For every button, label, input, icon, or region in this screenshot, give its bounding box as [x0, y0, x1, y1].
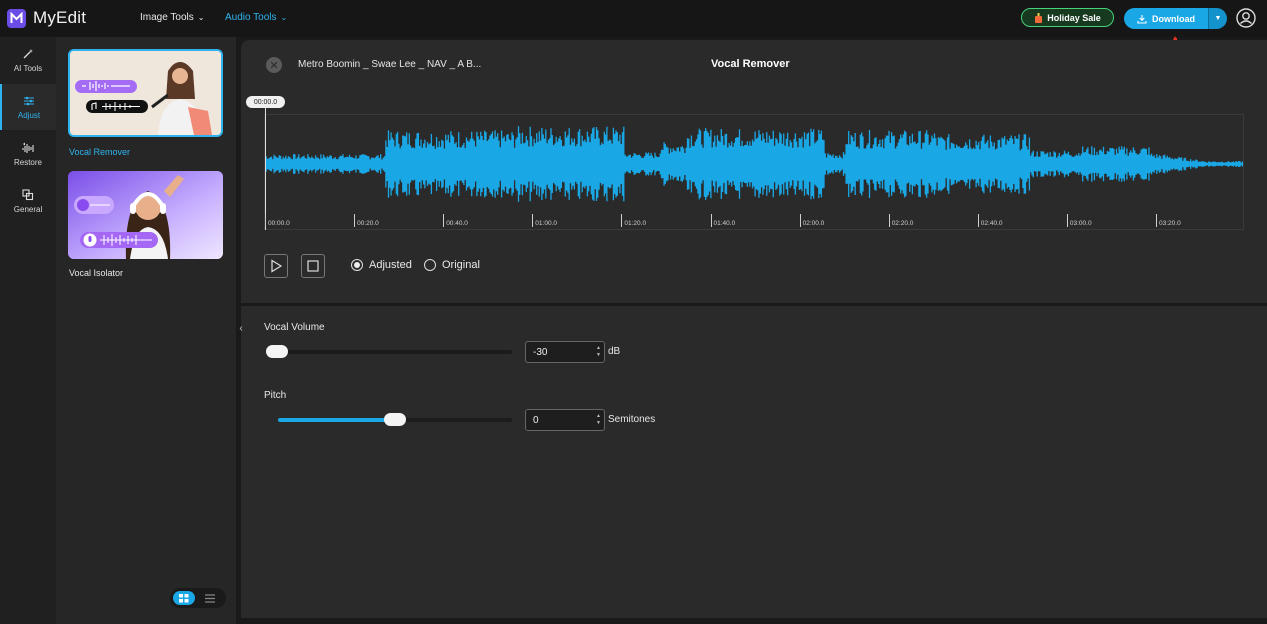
holiday-sale-button[interactable]: Holiday Sale — [1021, 8, 1114, 27]
nav-audio-tools-label: Audio Tools — [225, 12, 277, 23]
vocal-volume-unit: dB — [608, 346, 621, 357]
ruler-label: 00:20.0 — [357, 220, 379, 227]
restore-waveform-icon — [21, 141, 35, 155]
play-icon — [271, 259, 283, 273]
ruler-tick — [265, 214, 266, 227]
sliders-icon — [23, 94, 35, 108]
nav-image-tools[interactable]: Image Tools ⌄ — [140, 12, 204, 23]
stepper-arrows-icon[interactable]: ▲ ▼ — [596, 345, 601, 359]
close-icon: ✕ — [269, 59, 279, 72]
play-button[interactable] — [264, 254, 288, 278]
chevron-down-icon: ⌄ — [197, 13, 205, 22]
page-title: Vocal Remover — [711, 58, 790, 70]
stepper-arrows-icon[interactable]: ▲ ▼ — [596, 413, 601, 427]
file-name: Metro Boomin _ Swae Lee _ NAV _ A B... — [298, 59, 482, 70]
rail-item-label: Adjust — [17, 111, 41, 120]
tool-panel: Vocal Remover Vocal Isolator — [56, 37, 236, 624]
stop-icon — [307, 260, 319, 272]
gift-icon — [1035, 12, 1043, 23]
ruler-label: 03:00.0 — [1069, 220, 1092, 227]
vocal-remover-thumbnail — [70, 51, 221, 135]
vocal-volume-input[interactable]: -30 ▲ ▼ — [525, 341, 605, 363]
tool-label-vocal-isolator[interactable]: Vocal Isolator — [69, 268, 123, 278]
rail-item-restore[interactable]: Restore — [0, 131, 56, 177]
ruler-label: 00:00.0 — [268, 220, 290, 227]
rail-item-label: AI Tools — [13, 64, 43, 73]
ruler-tick — [888, 214, 890, 227]
ruler-label: 00:40.0 — [446, 220, 468, 227]
chevron-down-icon: ⌄ — [280, 13, 288, 22]
ruler-tick — [1156, 214, 1157, 227]
ruler-tick — [799, 214, 801, 227]
pitch-unit: Semitones — [608, 414, 656, 425]
radio-unselected-icon — [424, 259, 436, 271]
stop-button[interactable] — [301, 254, 325, 278]
pitch-slider-thumb[interactable] — [384, 413, 406, 426]
ruler-label: 01:20.0 — [624, 220, 647, 227]
download-icon — [1137, 14, 1147, 24]
left-rail: AI Tools Adjust Restore General — [0, 37, 56, 624]
vocal-volume-slider-thumb[interactable] — [266, 345, 288, 358]
playhead-time: 00:00.0 — [246, 96, 285, 108]
nav-audio-tools[interactable]: Audio Tools ⌄ — [225, 12, 287, 23]
waveform-area[interactable] — [264, 114, 1244, 230]
magic-wand-icon — [22, 47, 34, 61]
rail-item-ai-tools[interactable]: AI Tools — [0, 37, 56, 83]
ruler-label: 01:00.0 — [535, 220, 557, 227]
radio-selected-icon — [351, 259, 363, 271]
ruler-tick — [1066, 214, 1068, 227]
ruler-tick — [354, 214, 356, 227]
pitch-value: 0 — [533, 414, 539, 426]
vocal-volume-label: Vocal Volume — [264, 322, 325, 333]
rail-item-general[interactable]: General — [0, 178, 56, 224]
top-bar: MyEdit Image Tools ⌄ Audio Tools ⌄ Holid… — [0, 0, 1267, 37]
mode-original-label: Original — [442, 259, 480, 271]
rail-item-adjust[interactable]: Adjust — [0, 84, 56, 130]
ruler-label: 01:40.0 — [713, 220, 736, 227]
waveform — [264, 126, 1244, 202]
tool-card-vocal-remover[interactable] — [68, 49, 223, 137]
ruler-label: 03:20.0 — [1159, 220, 1181, 227]
crop-icon — [22, 188, 34, 202]
vocal-isolator-thumbnail — [68, 171, 223, 259]
rail-item-label: General — [13, 205, 43, 214]
grid-view-icon[interactable] — [173, 591, 195, 605]
download-button[interactable]: Download — [1124, 8, 1208, 29]
mode-original-radio[interactable]: Original — [424, 259, 480, 271]
collapse-panel-chevron-left-icon[interactable]: ‹ — [236, 317, 246, 339]
download-label: Download — [1152, 13, 1195, 24]
user-account-icon[interactable] — [1236, 8, 1256, 28]
close-file-button[interactable]: ✕ — [266, 57, 282, 73]
app-name: MyEdit — [33, 8, 87, 27]
ruler-label: 02:40.0 — [980, 220, 1003, 227]
view-toggle — [170, 588, 226, 608]
mode-adjusted-label: Adjusted — [369, 259, 412, 271]
pitch-label: Pitch — [264, 390, 287, 401]
pitch-input[interactable]: 0 ▲ ▼ — [525, 409, 605, 431]
tool-card-vocal-isolator[interactable] — [68, 171, 223, 259]
nav-image-tools-label: Image Tools — [140, 12, 194, 23]
ruler-tick — [443, 214, 445, 227]
logo[interactable]: MyEdit — [7, 8, 86, 28]
tool-label-vocal-remover[interactable]: Vocal Remover — [69, 147, 130, 157]
ruler-tick — [621, 214, 623, 227]
ruler-label: 02:20.0 — [891, 220, 914, 227]
list-view-icon[interactable] — [199, 591, 221, 605]
playhead[interactable] — [265, 108, 266, 230]
ruler-label: 02:00.0 — [802, 220, 825, 227]
ruler-tick — [710, 214, 712, 227]
myedit-logo-icon — [7, 8, 26, 28]
ruler-tick — [977, 214, 979, 227]
download-options-button[interactable]: ▼ — [1208, 8, 1227, 29]
rail-item-label: Restore — [13, 158, 42, 167]
mode-adjusted-radio[interactable]: Adjusted — [351, 259, 412, 271]
ruler-tick — [532, 214, 534, 227]
holiday-sale-label: Holiday Sale — [1047, 12, 1101, 23]
vocal-volume-track[interactable] — [268, 350, 512, 354]
pitch-fill — [278, 418, 396, 422]
caret-down-icon: ▼ — [1214, 15, 1222, 22]
vocal-volume-value: -30 — [533, 346, 548, 358]
